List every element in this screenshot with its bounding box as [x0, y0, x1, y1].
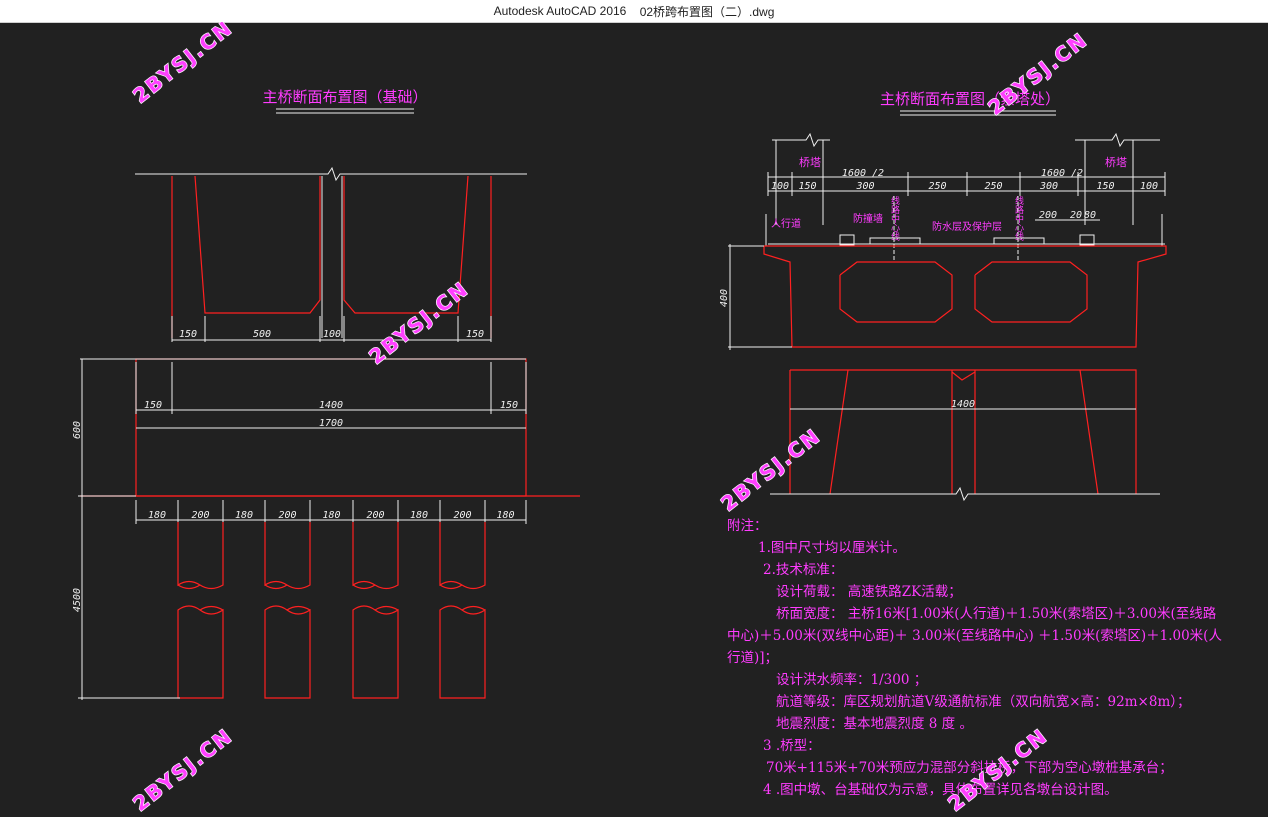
deck-dim-label: 150 — [1096, 181, 1114, 192]
label-sidewalk: 人行道 — [771, 217, 801, 230]
note-line-6: 行道)]； — [727, 650, 778, 666]
deck-dim-label: 250 — [928, 181, 946, 192]
deck-dim-label: 100 — [771, 181, 789, 192]
drawing-canvas[interactable]: 主桥断面布置图（基础） 150 500 100 150 600 150 1400… — [0, 22, 1268, 817]
half-width-right: 1600 /2 — [1041, 168, 1083, 179]
tower-label-right: 桥塔 — [1105, 156, 1127, 169]
girder-height: 400 — [719, 289, 730, 307]
note-line-2: 2.技术标准： — [763, 562, 843, 578]
dim-total: 1700 — [319, 418, 343, 429]
pile-spacing-label: 180 — [410, 510, 428, 521]
dim-mid-3: 150 — [500, 400, 518, 411]
deck-dim-label: 300 — [1039, 181, 1058, 192]
pile-spacing-label: 180 — [496, 510, 514, 521]
window-title-bar: Autodesk AutoCAD 2016 02桥跨布置图（二）.dwg — [0, 0, 1268, 23]
deck-dim-label: 100 — [1140, 181, 1158, 192]
pile-spacing-label: 200 — [366, 510, 384, 521]
note-line-3: 设计荷载： 高速铁路ZK活载； — [776, 583, 962, 600]
dim-small-2: 20 — [1070, 210, 1082, 221]
note-line-4: 桥面宽度： 主桥16米[1.00米(人行道)＋1.50米(索塔区)＋3.00米(… — [776, 605, 1217, 622]
note-line-5: 中心)＋5.00米(双线中心距)＋ 3.00米(至线路中心) ＋1.50米(索塔… — [727, 628, 1222, 644]
pier-width: 1400 — [951, 399, 975, 410]
deck-dim-label: 250 — [984, 181, 1002, 192]
dim-mid-2: 1400 — [319, 400, 343, 411]
right-drawing: 主桥断面布置图（索塔处） 桥塔 桥塔 1600 /2 1600 /2 100 15… — [719, 90, 1167, 502]
note-line-7: 设计洪水频率：1/300 ； — [776, 671, 927, 688]
notes-heading: 附注： — [727, 518, 768, 534]
dim-top-2: 500 — [253, 329, 271, 340]
pile-spacing-label: 200 — [191, 510, 209, 521]
pile-spacing-label: 180 — [322, 510, 340, 521]
right-drawing-title: 主桥断面布置图（索塔处） — [880, 90, 1060, 108]
dim-top-1: 150 — [179, 329, 197, 340]
dim-mid-1: 150 — [144, 400, 162, 411]
pile — [177, 522, 224, 699]
pile-spacing-label: 200 — [278, 510, 296, 521]
pile-spacing-label: 180 — [148, 510, 166, 521]
half-width-left: 1600 /2 — [842, 168, 884, 179]
label-barrier: 防撞墙 — [853, 212, 883, 225]
label-waterproof: 防水层及保护层 — [932, 220, 1002, 233]
note-line-8: 航道等级：库区规划航道Ⅴ级通航标准（双向航宽×高：92m×8m）； — [776, 693, 1191, 710]
note-line-11: 70米+115米+70米预应力混部分斜拉桥，下部为空心墩桩基承台； — [766, 759, 1173, 776]
notes: 附注： 1.图中尺寸均以厘米计。 2.技术标准： 设计荷载： 高速铁路ZK活载；… — [727, 518, 1222, 798]
tower-label-left: 桥塔 — [799, 156, 821, 169]
file-name: 02桥跨布置图（二）.dwg — [639, 4, 775, 19]
watermark-4: 2BYSJ.CN — [716, 424, 825, 516]
deck-dim-label: 300 — [855, 181, 874, 192]
note-line-10: 3 .桥型： — [763, 738, 821, 754]
left-drawing: 主桥断面布置图（基础） 150 500 100 150 600 150 1400… — [72, 88, 580, 700]
note-line-12: 4 .图中墩、台基础仅为示意，具体布置详见各墩台设计图。 — [763, 781, 1118, 798]
dim-height-cap: 600 — [72, 421, 83, 439]
app-title: Autodesk AutoCAD 2016 — [493, 4, 627, 18]
dim-small-3: 80 — [1084, 210, 1096, 221]
pile-spacing-label: 180 — [235, 510, 253, 521]
pile — [264, 522, 311, 699]
left-drawing-title: 主桥断面布置图（基础） — [262, 88, 427, 106]
watermark-5: 2BYSJ.CN — [128, 724, 237, 816]
watermark-3: 2BYSJ.CN — [364, 277, 473, 369]
note-line-1: 1.图中尺寸均以厘米计。 — [758, 540, 906, 556]
deck-dim-label: 150 — [798, 181, 816, 192]
dim-top-3: 100 — [323, 329, 341, 340]
note-line-9: 地震烈度：基本地震烈度 8 度 。 — [776, 715, 973, 732]
dim-height-pile: 4500 — [72, 588, 83, 612]
watermark-1: 2BYSJ.CN — [128, 22, 237, 108]
pile — [352, 522, 399, 699]
dim-top-4: 150 — [466, 329, 484, 340]
dim-small-1: 200 — [1039, 210, 1057, 221]
pile-spacing-label: 200 — [453, 510, 471, 521]
pile — [439, 522, 486, 699]
